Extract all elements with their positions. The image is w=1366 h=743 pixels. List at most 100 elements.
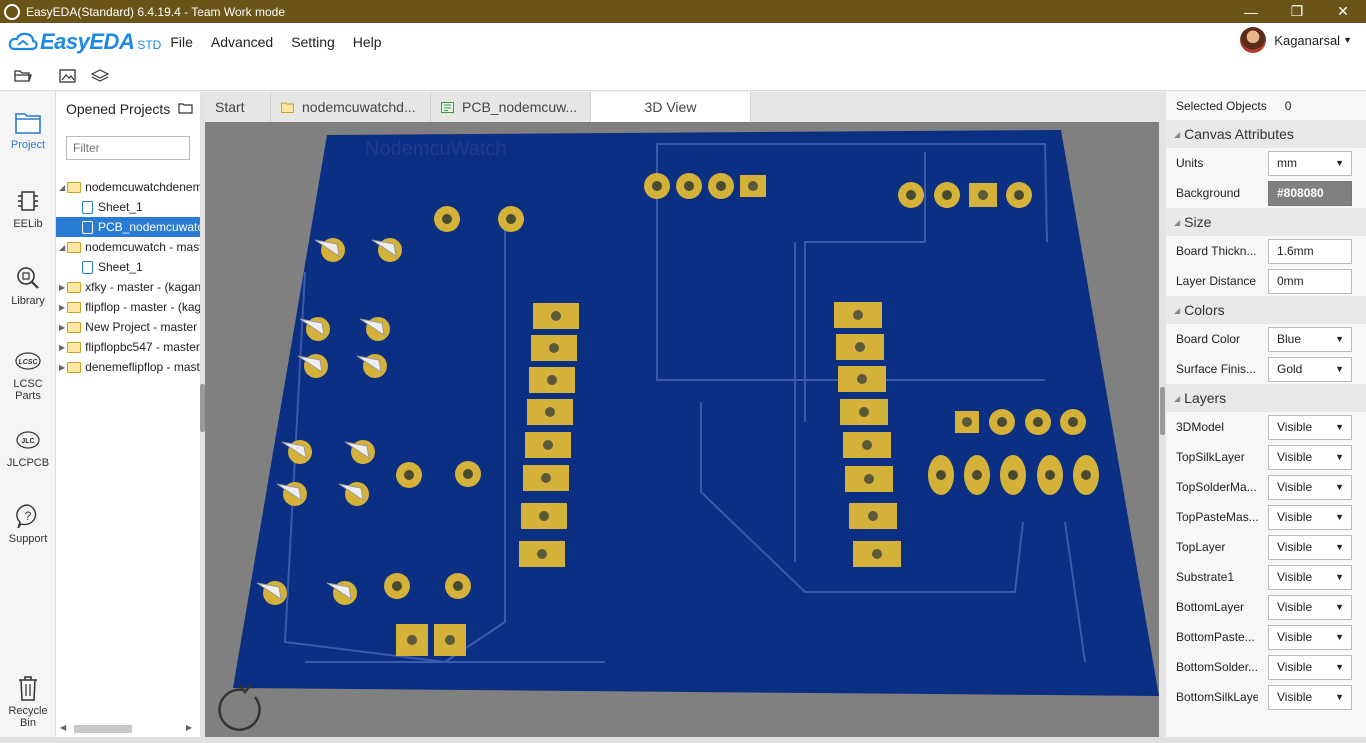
- background-color-field[interactable]: #808080: [1268, 180, 1352, 206]
- expand-toggle-icon[interactable]: ◢: [59, 183, 65, 192]
- layer-visibility-select[interactable]: Visible ▼: [1268, 534, 1352, 560]
- pcb-3d-render[interactable]: NodemcuWatch: [205, 122, 1159, 737]
- layer-visibility-select[interactable]: Visible ▼: [1268, 504, 1352, 530]
- nav-lcsc-label: LCSC Parts: [13, 378, 43, 402]
- open-folder-icon[interactable]: [13, 66, 33, 86]
- tree-item-folder[interactable]: ▶ flipflop - master - (kaganarsal): [56, 297, 200, 317]
- nav-support[interactable]: ? Support: [0, 502, 56, 545]
- layer-visibility-select[interactable]: Visible ▼: [1268, 564, 1352, 590]
- tab-3d-view[interactable]: 3D View: [591, 92, 751, 122]
- expand-toggle-icon[interactable]: ◢: [59, 243, 65, 252]
- user-menu[interactable]: Kaganarsal ▼: [1240, 27, 1352, 53]
- 3d-view-canvas[interactable]: NodemcuWatch: [205, 122, 1159, 737]
- folder-icon: [67, 281, 82, 293]
- tree-item-folder[interactable]: ▶ flipflopbc547 - master (kaganarsal): [56, 337, 200, 357]
- layers-icon[interactable]: [90, 66, 110, 86]
- tree-item-folder[interactable]: ◢ nodemcuwatchdenemeshmd: [56, 177, 200, 197]
- layer-visibility-select[interactable]: Visible ▼: [1268, 684, 1352, 710]
- chevron-down-icon: ▼: [1335, 364, 1344, 374]
- pad-hole: [748, 181, 758, 191]
- pad-hole: [1033, 417, 1043, 427]
- collapse-icon[interactable]: ◢: [1174, 130, 1180, 139]
- horizontal-scrollbar[interactable]: ◀ ▶: [60, 723, 196, 735]
- expand-toggle-icon[interactable]: ▶: [59, 283, 65, 292]
- board-thickness-input[interactable]: 1.6mm: [1268, 238, 1352, 264]
- pad-hole: [1045, 470, 1055, 480]
- close-button[interactable]: ✕: [1320, 0, 1366, 23]
- expand-toggle-icon[interactable]: ▶: [59, 343, 65, 352]
- tab-pcb[interactable]: PCB_nodemcuw...: [431, 92, 591, 122]
- pad-hole: [407, 635, 417, 645]
- pad-hole: [506, 214, 516, 224]
- layer-visibility-select[interactable]: Visible ▼: [1268, 414, 1352, 440]
- collapse-icon[interactable]: ◢: [1174, 218, 1180, 227]
- board-color-row: Board Color Blue ▼: [1166, 324, 1366, 354]
- section-canvas-attributes[interactable]: ◢ Canvas Attributes: [1166, 120, 1366, 148]
- svg-text:LCSC: LCSC: [18, 359, 38, 366]
- nav-lcsc[interactable]: LCSC LCSC Parts: [0, 347, 56, 402]
- tree-item-folder[interactable]: ◢ nodemcuwatch - master (kaganarsal): [56, 237, 200, 257]
- image-export-icon[interactable]: [58, 66, 78, 86]
- tree-item-schematic[interactable]: Sheet_1: [56, 257, 200, 277]
- collapse-icon[interactable]: ◢: [1174, 306, 1180, 315]
- pad-hole: [942, 190, 952, 200]
- tree-item-folder[interactable]: ▶ New Project - master (kaganarsal): [56, 317, 200, 337]
- nav-library[interactable]: Library: [0, 264, 56, 307]
- tree-item-folder[interactable]: ▶ denemeflipflop - master (kaganarsal): [56, 357, 200, 377]
- expand-toggle-icon[interactable]: ▶: [59, 363, 65, 372]
- menu-setting[interactable]: Setting: [291, 34, 335, 50]
- section-size[interactable]: ◢ Size: [1166, 208, 1366, 236]
- properties-panel: Selected Objects 0 ◢ Canvas Attributes Un…: [1166, 92, 1366, 743]
- expand-toggle-icon[interactable]: ▶: [59, 303, 65, 312]
- tab-start[interactable]: Start: [205, 92, 271, 122]
- layer-visibility-select[interactable]: Visible ▼: [1268, 444, 1352, 470]
- section-colors[interactable]: ◢ Colors: [1166, 296, 1366, 324]
- units-select[interactable]: mm ▼: [1268, 150, 1352, 176]
- minimize-button[interactable]: —: [1228, 0, 1274, 23]
- tree-item-pcb[interactable]: PCB_nodemcuwatchdenemes: [56, 217, 200, 237]
- pad-hole: [445, 635, 455, 645]
- layer-visibility-select[interactable]: Visible ▼: [1268, 594, 1352, 620]
- layer-visibility-select[interactable]: Visible ▼: [1268, 474, 1352, 500]
- layer-distance-value: 0mm: [1277, 274, 1304, 288]
- layer-row: TopPasteMas... Visible ▼: [1166, 502, 1366, 532]
- nav-project[interactable]: Project: [0, 108, 56, 151]
- nav-eelib-label: EELib: [13, 218, 43, 230]
- board-color-value: Blue: [1277, 332, 1302, 346]
- layer-visibility-value: Visible: [1277, 630, 1313, 644]
- nav-recycle-bin[interactable]: Recycle Bin: [0, 674, 56, 729]
- cloud-logo-icon: [8, 32, 38, 51]
- splitter-handle[interactable]: [1160, 387, 1165, 435]
- menu-advanced[interactable]: Advanced: [211, 34, 273, 50]
- svg-text:JLC: JLC: [21, 438, 34, 445]
- tree-item-folder[interactable]: ▶ xfky - master - (kaganarsal): [56, 277, 200, 297]
- project-filter-input[interactable]: [66, 136, 190, 160]
- nav-jlcpcb[interactable]: JLC JLCPCB: [0, 426, 56, 469]
- tab-project[interactable]: nodemcuwatchd...: [271, 92, 431, 122]
- surface-finish-value: Gold: [1277, 362, 1303, 376]
- menu-file[interactable]: File: [170, 34, 193, 50]
- nav-eelib[interactable]: EELib: [0, 187, 56, 230]
- scroll-right-icon[interactable]: ▶: [186, 723, 192, 732]
- panel-splitter[interactable]: [1159, 92, 1166, 743]
- folder-icon[interactable]: [178, 101, 193, 117]
- layer-distance-input[interactable]: 0mm: [1268, 268, 1352, 294]
- layer-row: Substrate1 Visible ▼: [1166, 562, 1366, 592]
- tree-item-schematic[interactable]: Sheet_1: [56, 197, 200, 217]
- scroll-left-icon[interactable]: ◀: [60, 723, 66, 732]
- scrollbar-thumb[interactable]: [74, 725, 132, 733]
- layer-name: BottomPaste...: [1176, 630, 1255, 644]
- section-layers[interactable]: ◢ Layers: [1166, 384, 1366, 412]
- tree-item-label: flipflopbc547 - master (kaganarsal): [85, 340, 200, 354]
- layer-visibility-select[interactable]: Visible ▼: [1268, 624, 1352, 650]
- layer-visibility-select[interactable]: Visible ▼: [1268, 654, 1352, 680]
- menu-help[interactable]: Help: [353, 34, 382, 50]
- rotate-icon[interactable]: [218, 683, 261, 731]
- maximize-button[interactable]: ❐: [1274, 0, 1320, 23]
- surface-finish-select[interactable]: Gold ▼: [1268, 356, 1352, 382]
- board-color-select[interactable]: Blue ▼: [1268, 326, 1352, 352]
- layer-name: BottomSilkLayer: [1176, 690, 1258, 704]
- collapse-icon[interactable]: ◢: [1174, 394, 1180, 403]
- nav-jlcpcb-label: JLCPCB: [6, 457, 50, 469]
- expand-toggle-icon[interactable]: ▶: [59, 323, 65, 332]
